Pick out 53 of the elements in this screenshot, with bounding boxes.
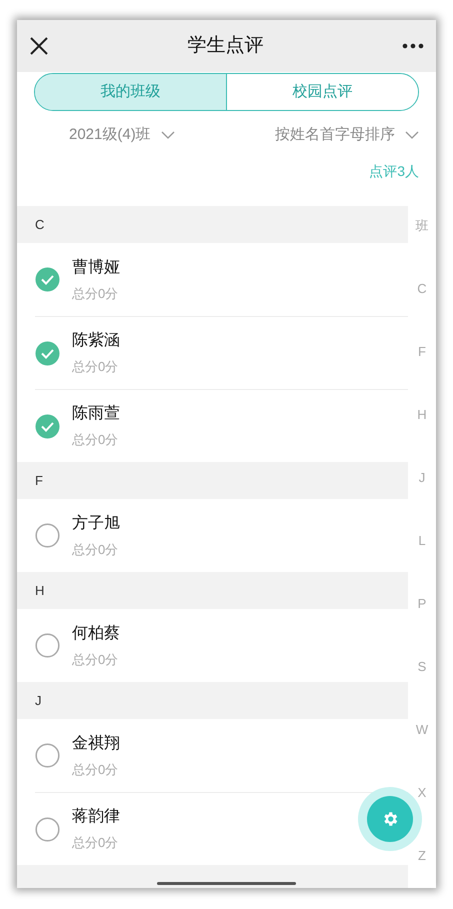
- student-name: 蒋韵律: [72, 806, 120, 828]
- student-name: 曹博娅: [72, 258, 120, 278]
- index-letter[interactable]: L: [418, 533, 426, 548]
- empty-circle-icon[interactable]: [35, 633, 60, 658]
- student-row[interactable]: 金祺翔 总分0分: [35, 719, 335, 792]
- student-score: 总分0分: [72, 431, 120, 450]
- index-letter[interactable]: S: [418, 659, 426, 674]
- tab[interactable]: 校园点评: [226, 74, 418, 110]
- empty-circle-icon[interactable]: [35, 816, 60, 842]
- more-icon[interactable]: [402, 43, 424, 49]
- student-score: 总分0分: [72, 834, 120, 852]
- review-count: 点评3人: [369, 162, 419, 181]
- empty-circle-icon[interactable]: [35, 523, 60, 548]
- student-name: 方子旭: [72, 514, 120, 534]
- empty-circle-icon[interactable]: [35, 743, 60, 768]
- student-score: 总分0分: [72, 284, 120, 303]
- tab[interactable]: 我的班级: [35, 74, 226, 110]
- student-name: 陈紫涵: [72, 330, 120, 352]
- filter-dropdown[interactable]: 2021级(4)班: [69, 123, 175, 147]
- checked-circle-icon[interactable]: [35, 267, 60, 292]
- student-row[interactable]: 陈雨萱 总分0分: [35, 390, 335, 462]
- index-letter[interactable]: Z: [418, 848, 426, 863]
- index-letter[interactable]: W: [416, 722, 428, 737]
- page-title: 学生点评: [188, 34, 264, 58]
- student-name: 何柏蔡: [72, 624, 120, 644]
- close-icon[interactable]: [29, 36, 49, 56]
- student-row[interactable]: 曹博娅 总分0分: [35, 243, 335, 316]
- student-row[interactable]: 陈紫涵 总分0分: [35, 317, 335, 389]
- student-score: 总分0分: [72, 540, 120, 559]
- student-row[interactable]: 何柏蔡 总分0分: [35, 609, 335, 682]
- index-letter[interactable]: J: [418, 470, 426, 485]
- student-score: 总分0分: [72, 650, 120, 669]
- section-letter: C: [35, 216, 44, 234]
- student-row[interactable]: 方子旭 总分0分: [35, 499, 335, 572]
- checked-circle-icon[interactable]: [35, 340, 60, 366]
- filter-dropdown[interactable]: 按姓名首字母排序: [275, 123, 419, 147]
- student-row[interactable]: 蒋韵律 总分0分: [35, 793, 335, 865]
- index-letter[interactable]: C: [417, 281, 427, 296]
- student-score: 总分0分: [72, 760, 120, 779]
- index-letter[interactable]: 班: [416, 218, 428, 233]
- index-letter[interactable]: F: [418, 344, 426, 359]
- chevron-down-icon: [160, 131, 175, 139]
- index-letter[interactable]: P: [418, 596, 426, 611]
- checked-circle-icon[interactable]: [35, 414, 60, 438]
- student-name: 陈雨萱: [72, 404, 120, 424]
- student-score: 总分0分: [72, 358, 120, 376]
- index-letter[interactable]: H: [417, 407, 427, 422]
- chevron-down-icon: [405, 131, 419, 139]
- index-letter[interactable]: X: [418, 785, 426, 800]
- section-letter: F: [35, 472, 43, 490]
- section-letter: H: [35, 582, 44, 600]
- student-name: 金祺翔: [72, 734, 120, 754]
- section-letter: J: [35, 692, 42, 710]
